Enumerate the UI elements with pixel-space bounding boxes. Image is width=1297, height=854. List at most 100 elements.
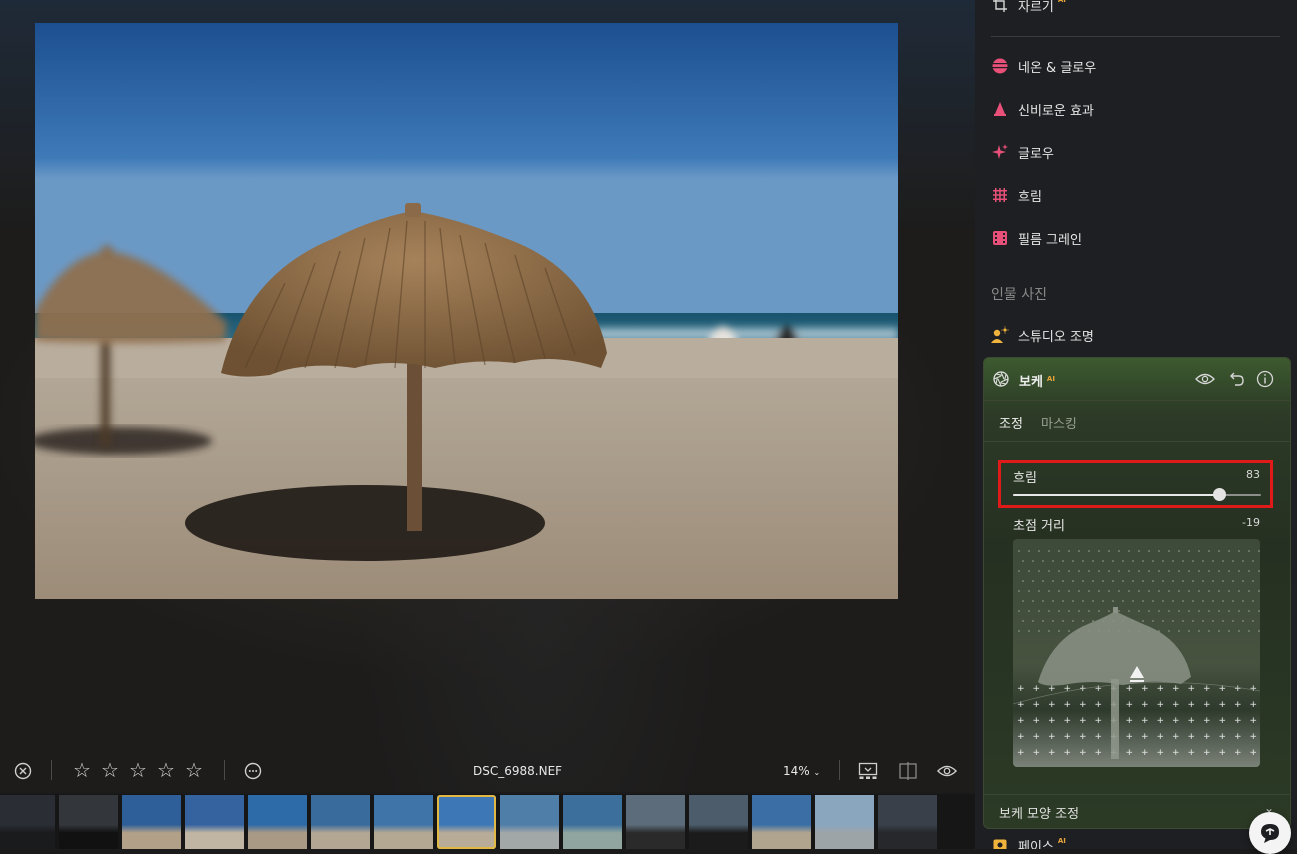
file-name: DSC_6988.NEF: [473, 764, 563, 778]
depth-marker: +: [1017, 684, 1025, 694]
depth-dot: [1058, 630, 1060, 632]
filmstrip-thumbnail[interactable]: [122, 795, 181, 849]
tool-studio-light[interactable]: 스튜디오 조명: [991, 324, 1094, 346]
depth-dot: [1092, 560, 1094, 562]
tool-label: 스튜디오 조명: [1018, 329, 1094, 345]
rating-star-3[interactable]: ☆: [127, 758, 149, 782]
filmstrip-thumbnail[interactable]: [0, 795, 55, 849]
tool-blur[interactable]: 흐림: [991, 184, 1042, 206]
depth-marker: +: [1157, 716, 1165, 726]
focus-depth-map[interactable]: + + + + + + + + + + + + + + + + + + + + + + + + + + + + + + + + + + + + + + + +…: [1013, 539, 1260, 767]
filmstrip-thumbnail[interactable]: [311, 795, 370, 849]
depth-dot: [1172, 620, 1174, 622]
depth-dot: [1032, 580, 1034, 582]
depth-marker: +: [1017, 748, 1025, 758]
filmstrip-thumbnail[interactable]: [374, 795, 433, 849]
depth-dot: [1182, 620, 1184, 622]
depth-marker: +: [1126, 684, 1134, 694]
tool-mystical-effect[interactable]: 신비로운 효과: [991, 98, 1094, 120]
blur-slider-thumb[interactable]: [1212, 488, 1226, 501]
depth-dot: [1058, 590, 1060, 592]
rating-star-2[interactable]: ☆: [99, 758, 121, 782]
filmstrip-thumbnail[interactable]: [815, 795, 874, 849]
depth-dot: [1188, 610, 1190, 612]
close-circle-icon[interactable]: [13, 761, 33, 781]
depth-dot: [1218, 570, 1220, 572]
depth-dot: [1028, 630, 1030, 632]
tab-masking[interactable]: 마스킹: [1041, 413, 1077, 432]
depth-marker: +: [1033, 748, 1041, 758]
depth-dot: [1028, 590, 1030, 592]
rating-star-4[interactable]: ☆: [155, 758, 177, 782]
filmstrip-thumbnail-selected[interactable]: [437, 795, 496, 849]
depth-dot: [1198, 550, 1200, 552]
depth-dot: [1018, 630, 1020, 632]
depth-dot: [1138, 610, 1140, 612]
filmstrip-thumbnail[interactable]: [500, 795, 559, 849]
depth-dot: [1148, 570, 1150, 572]
depth-marker: +: [1141, 748, 1149, 758]
depth-dot: [1158, 550, 1160, 552]
reset-undo-icon[interactable]: [1227, 369, 1247, 389]
bokeh-tool-card: 보케 AI 조정 마스킹 흐림 83 초점 거리 -19 + + + + + +…: [983, 357, 1291, 829]
rating-star-5[interactable]: ☆: [183, 758, 205, 782]
depth-marker: +: [1095, 700, 1103, 710]
depth-dot: [1212, 600, 1214, 602]
ai-badge: AI: [1046, 375, 1055, 383]
filmstrip-thumbnail[interactable]: [752, 795, 811, 849]
depth-marker: +: [1234, 716, 1242, 726]
compare-split-icon[interactable]: [898, 761, 918, 781]
depth-dot: [1162, 600, 1164, 602]
zoom-dropdown[interactable]: 14% ⌄: [783, 764, 820, 778]
tool-face[interactable]: 페이스 AI: [991, 836, 1066, 849]
tool-crop[interactable]: 자르기 AI: [991, 0, 1066, 16]
tool-film-grain[interactable]: 필름 그레인: [991, 227, 1082, 249]
depth-dot: [1178, 570, 1180, 572]
depth-dot: [1178, 550, 1180, 552]
tab-adjust[interactable]: 조정: [999, 413, 1023, 432]
depth-dot: [1182, 600, 1184, 602]
filmstrip-thumbnail[interactable]: [563, 795, 622, 849]
filmstrip: [0, 794, 975, 849]
depth-marker: +: [1250, 700, 1258, 710]
filmstrip-thumbnail[interactable]: [878, 795, 937, 849]
bokeh-header[interactable]: 보케 AI: [984, 358, 1290, 401]
depth-dot: [1202, 580, 1204, 582]
depth-dot: [1238, 550, 1240, 552]
depth-dot: [1112, 600, 1114, 602]
more-options-icon[interactable]: [243, 761, 263, 781]
depth-marker: +: [1048, 716, 1056, 726]
bokeh-shape-adjust[interactable]: 보케 모양 조정 ⌄: [984, 794, 1290, 828]
depth-marker: +: [1250, 716, 1258, 726]
info-icon[interactable]: [1255, 369, 1275, 389]
depth-dot: [1208, 590, 1210, 592]
depth-dot: [1098, 590, 1100, 592]
filmstrip-toggle-icon[interactable]: [858, 761, 878, 781]
visibility-eye-icon[interactable]: [1195, 369, 1215, 389]
depth-marker: +: [1203, 716, 1211, 726]
film-grain-icon: [991, 229, 1009, 247]
rating-star-1[interactable]: ☆: [71, 758, 93, 782]
chat-support-button[interactable]: [1249, 812, 1291, 854]
depth-marker: +: [1048, 748, 1056, 758]
tool-neon-glow[interactable]: 네온 & 글로우: [991, 55, 1096, 77]
filmstrip-thumbnail[interactable]: [59, 795, 118, 849]
panel-divider: [991, 36, 1280, 37]
depth-dot: [1258, 550, 1260, 552]
filmstrip-thumbnail[interactable]: [185, 795, 244, 849]
depth-dot: [1142, 580, 1144, 582]
tool-label: 네온 & 글로우: [1018, 60, 1097, 76]
blur-slider-track[interactable]: [1013, 488, 1261, 501]
main-photo[interactable]: [35, 23, 898, 599]
focus-distance-label: 초점 거리: [1013, 519, 1065, 534]
filmstrip-thumbnail[interactable]: [248, 795, 307, 849]
depth-marker: +: [1095, 748, 1103, 758]
filmstrip-thumbnail[interactable]: [689, 795, 748, 849]
glow-sparkle-icon: [991, 143, 1009, 161]
blur-slider-fill: [1013, 494, 1219, 496]
neon-glow-icon: [991, 57, 1009, 75]
filmstrip-thumbnail[interactable]: [626, 795, 685, 849]
tool-glow[interactable]: 글로우: [991, 141, 1054, 163]
preview-eye-icon[interactable]: [937, 761, 957, 781]
depth-marker: +: [1048, 700, 1056, 710]
